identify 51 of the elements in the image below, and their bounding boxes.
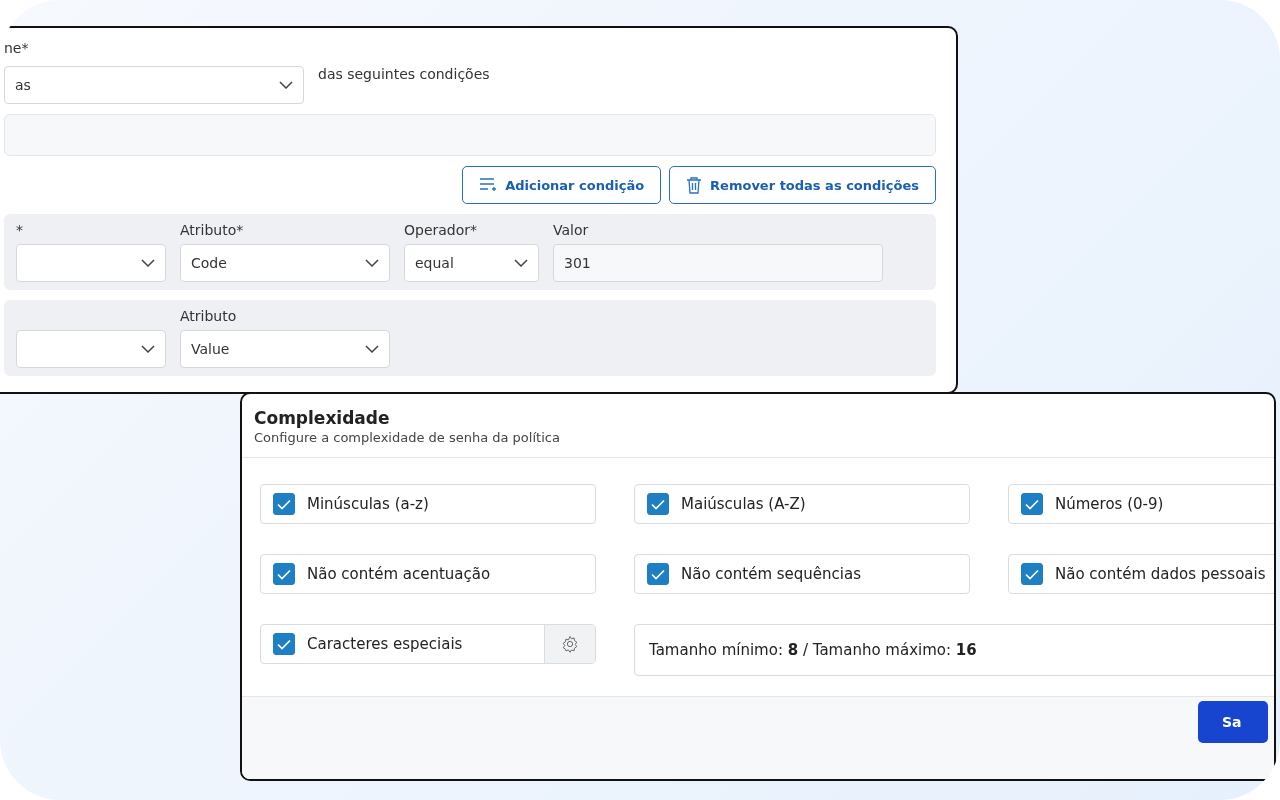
length-range: Tamanho mínimo: 8 / Tamanho máximo: 16 (634, 624, 1274, 676)
checkbox[interactable] (647, 563, 669, 585)
add-list-icon (479, 177, 498, 193)
match-suffix: das seguintes condições (318, 66, 490, 82)
field-label: Atributo* (180, 222, 244, 238)
add-condition-button[interactable]: Adicionar condição (462, 166, 662, 204)
check-icon (277, 568, 291, 580)
option-label: Não contém dados pessoais (1055, 565, 1266, 583)
checkbox[interactable] (273, 563, 295, 585)
section-subtitle: Configure a complexidade de senha da política (254, 430, 561, 445)
chevron-down-icon (365, 345, 379, 353)
trash-icon (686, 176, 703, 194)
check-icon (651, 568, 665, 580)
select-field[interactable]: equal (404, 244, 539, 282)
chevron-down-icon (279, 81, 293, 89)
check-icon (1025, 498, 1039, 510)
select-field[interactable] (16, 330, 166, 368)
checkbox[interactable] (647, 493, 669, 515)
checkbox[interactable] (1021, 563, 1043, 585)
field-label: ne* (4, 40, 29, 56)
settings-icon (561, 635, 579, 653)
option-label: Não contém acentuação (307, 565, 491, 583)
field-label: Operador* (404, 222, 478, 238)
field-label: Valor (553, 222, 589, 238)
checkbox[interactable] (273, 633, 295, 655)
chevron-down-icon (365, 259, 379, 267)
checkbox[interactable] (1021, 493, 1043, 515)
check-icon (277, 638, 291, 650)
option-label: Caracteres especiais (307, 635, 463, 653)
text-field[interactable]: 301 (553, 244, 883, 282)
checkbox[interactable] (273, 493, 295, 515)
remove-conditions-button[interactable]: Remover todas as condições (669, 166, 936, 204)
settings-button[interactable] (544, 625, 595, 663)
select-field[interactable]: Value (180, 330, 390, 368)
save-button[interactable]: Sa (1198, 701, 1268, 743)
option-label: Não contém sequências (681, 565, 861, 583)
check-icon (651, 498, 665, 510)
chevron-down-icon (141, 345, 155, 353)
chevron-down-icon (141, 259, 155, 267)
field-label: Atributo (180, 308, 237, 324)
check-icon (277, 498, 291, 510)
check-icon (1025, 568, 1039, 580)
select-field[interactable] (16, 244, 166, 282)
option-label: Números (0-9) (1055, 495, 1164, 513)
match-select[interactable]: as (4, 66, 304, 104)
field-label: * (16, 222, 23, 238)
chevron-down-icon (514, 259, 528, 267)
option-label: Maiúsculas (A-Z) (681, 495, 806, 513)
select-field[interactable]: Code (180, 244, 390, 282)
option-label: Minúsculas (a-z) (307, 495, 429, 513)
section-title: Complexidade (254, 408, 391, 428)
